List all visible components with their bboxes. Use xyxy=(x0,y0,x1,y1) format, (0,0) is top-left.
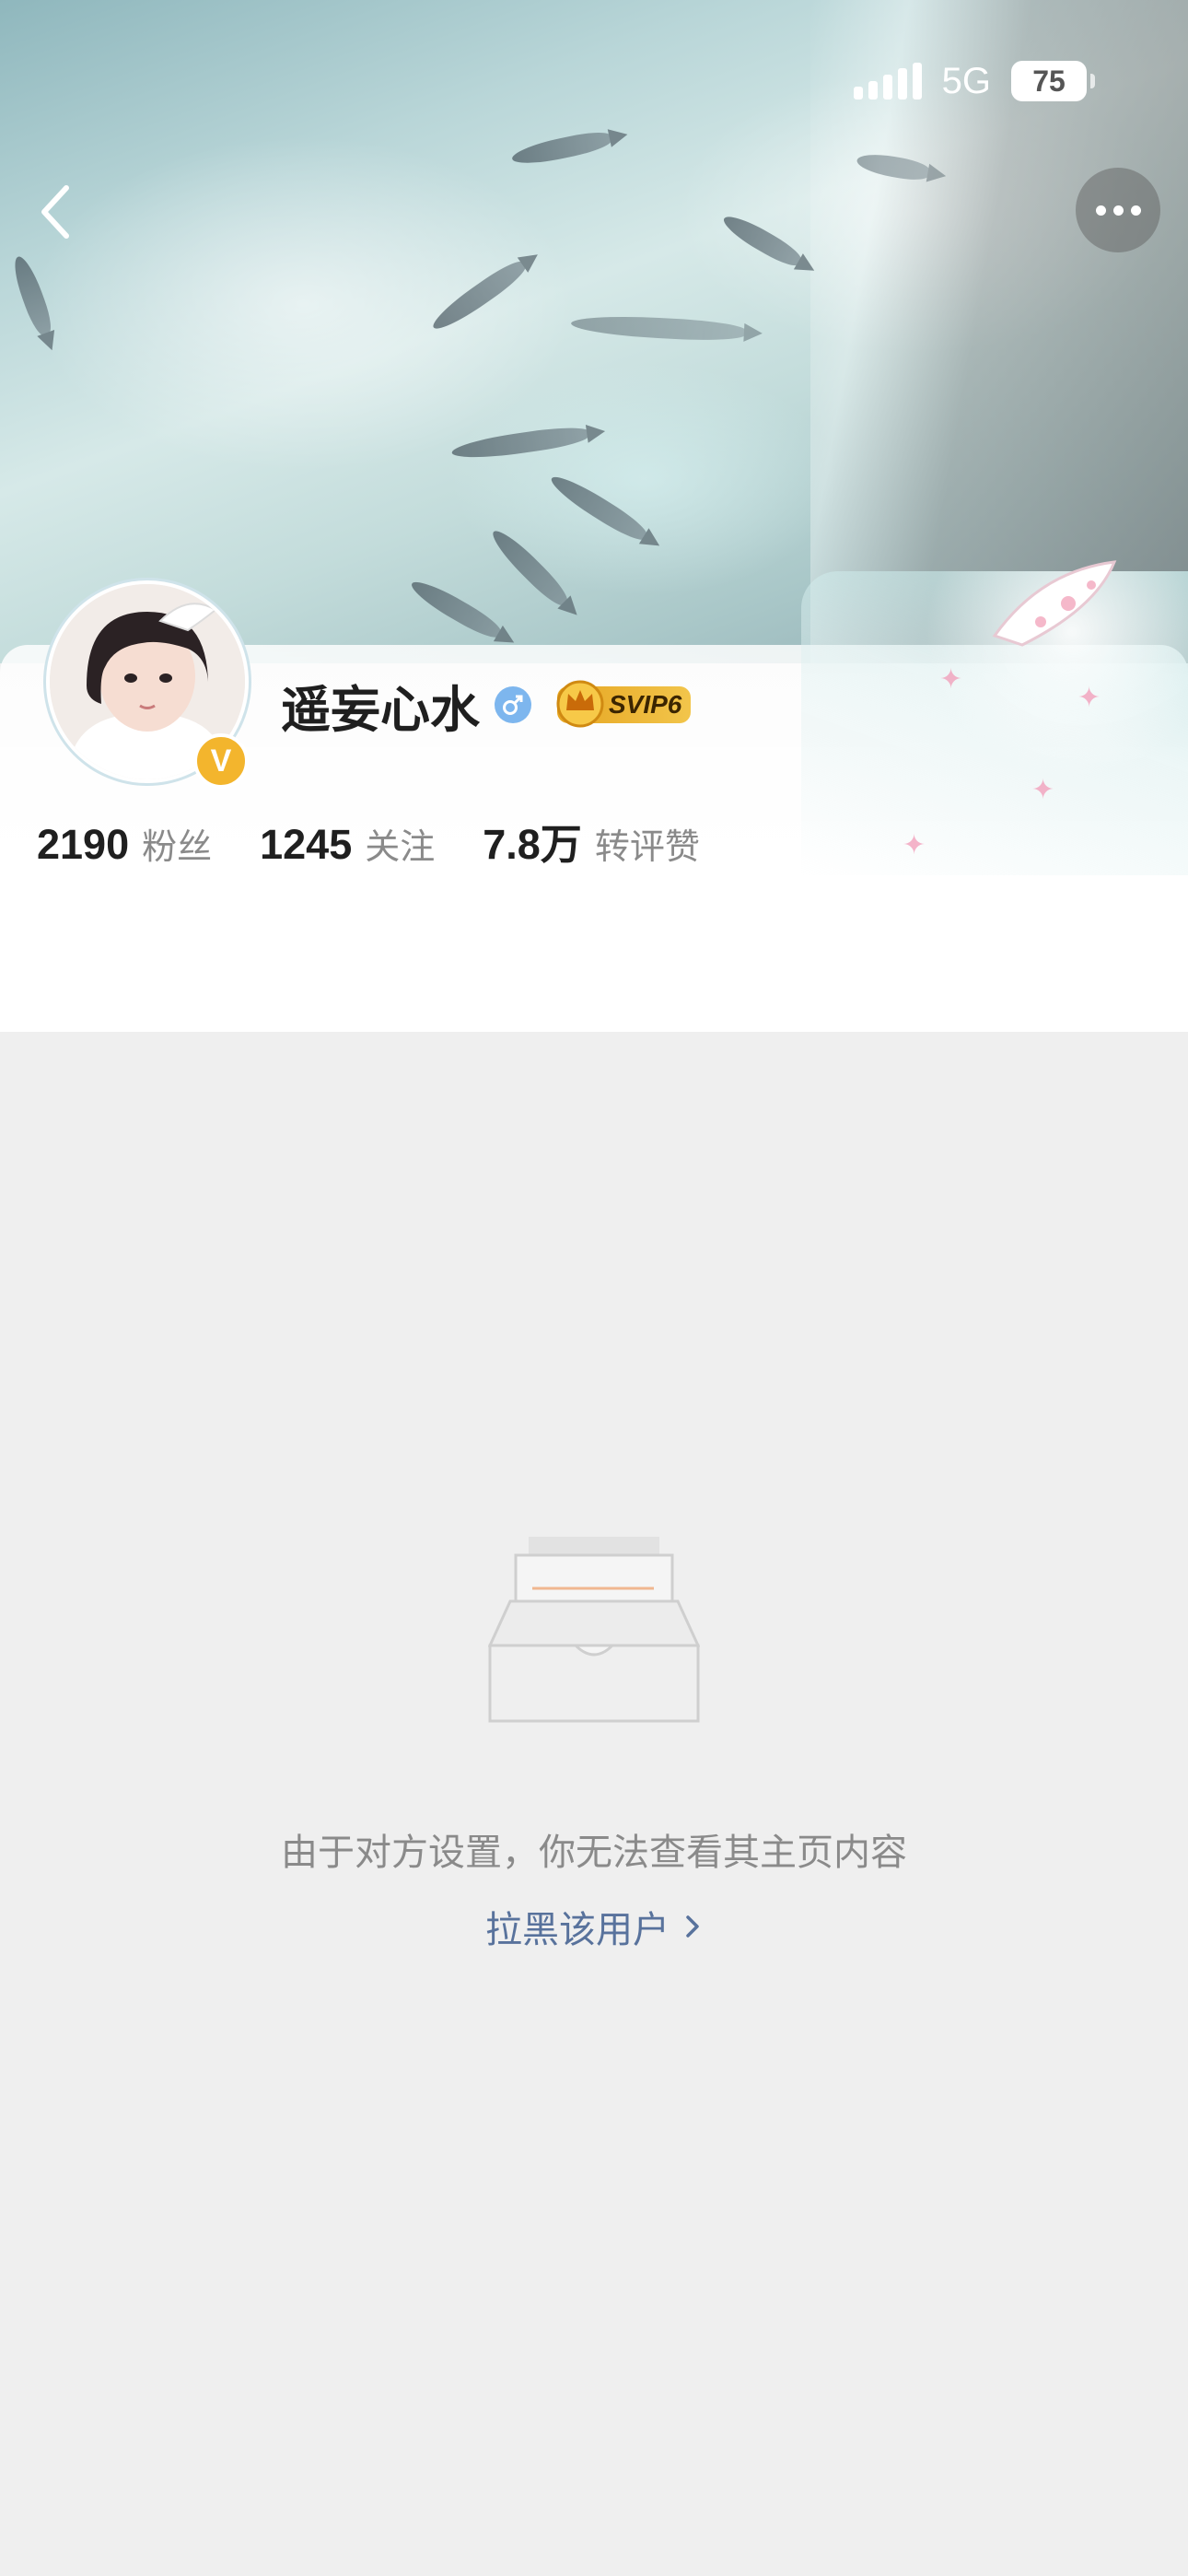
more-dot xyxy=(1130,205,1141,216)
block-user-link[interactable]: 拉黑该用户 xyxy=(0,1900,1188,1953)
stat-label: 关注 xyxy=(365,826,436,867)
stat-following[interactable]: 1245 关注 xyxy=(260,818,435,869)
stat-value: 2190 xyxy=(37,821,130,868)
back-button[interactable] xyxy=(24,175,98,249)
cover-fish xyxy=(8,252,56,339)
crown-icon xyxy=(556,680,604,728)
seashell-icon xyxy=(992,560,1117,647)
card-decoration: ✦ ✦ ✦ ✦ xyxy=(801,560,1188,875)
cover-fish xyxy=(546,469,651,546)
sparkle-icon: ✦ xyxy=(939,663,963,696)
sparkle-icon: ✦ xyxy=(1077,682,1101,714)
cover-fish xyxy=(427,255,530,336)
cover-fish xyxy=(718,209,806,272)
cover-fish xyxy=(570,313,747,343)
empty-state-message: 由于对方设置，你无法查看其主页内容 xyxy=(281,1832,907,1874)
more-button[interactable] xyxy=(1076,168,1160,252)
more-dot xyxy=(1112,205,1124,216)
profile-page: 5G 75 ✦ ✦ ✦ ✦ V 遥妄心水 SVIP6 2190 粉丝 1245 … xyxy=(0,0,1188,2576)
vip-badge[interactable]: SVIP6 xyxy=(556,680,692,728)
profile-name-row: 遥妄心水 SVIP6 xyxy=(281,673,692,739)
cover-fish xyxy=(509,127,614,170)
stat-label: 粉丝 xyxy=(142,826,213,867)
status-bar: 5G 75 xyxy=(853,57,1095,105)
stat-followers[interactable]: 2190 粉丝 xyxy=(37,818,212,869)
cover-fish xyxy=(486,524,573,611)
stats-row: 2190 粉丝 1245 关注 7.8万 转评赞 xyxy=(37,811,748,871)
verified-badge: V xyxy=(193,733,249,789)
stat-value: 7.8万 xyxy=(483,821,582,868)
sparkle-icon: ✦ xyxy=(1031,774,1055,806)
signal-icon xyxy=(853,63,922,100)
battery-icon: 75 xyxy=(1011,61,1095,101)
cover-fish xyxy=(406,574,506,644)
stat-value: 1245 xyxy=(260,821,353,868)
vip-label: SVIP6 xyxy=(609,690,682,719)
cover-fish xyxy=(450,423,590,463)
battery-level: 75 xyxy=(1032,64,1066,98)
username: 遥妄心水 xyxy=(281,680,480,739)
network-label: 5G xyxy=(941,60,991,101)
chevron-right-icon xyxy=(686,1915,699,1938)
block-user-label: 拉黑该用户 xyxy=(485,1909,670,1951)
male-icon xyxy=(495,686,531,723)
chevron-left-icon xyxy=(41,185,69,239)
stat-engagement[interactable]: 7.8万 转评赞 xyxy=(483,811,700,871)
empty-inbox-icon xyxy=(488,1537,700,1723)
sparkle-icon: ✦ xyxy=(903,829,926,861)
stat-label: 转评赞 xyxy=(594,826,700,867)
more-dot xyxy=(1095,205,1106,216)
avatar[interactable]: V xyxy=(35,569,256,790)
